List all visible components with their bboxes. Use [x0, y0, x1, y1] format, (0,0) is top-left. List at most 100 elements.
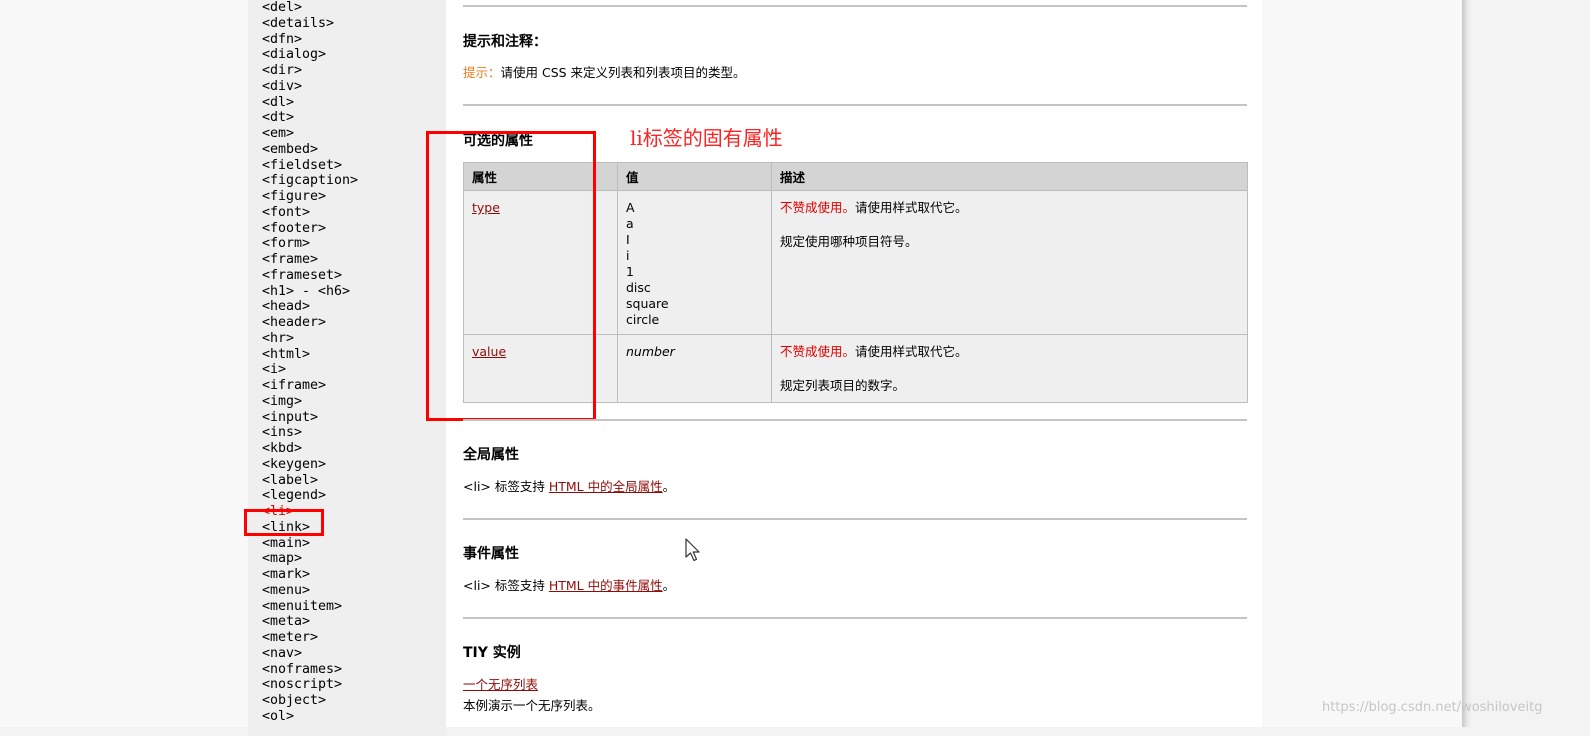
sidebar-tag-link[interactable]: <frame>	[262, 252, 318, 268]
optional-attributes-heading: 可选的属性	[463, 133, 533, 149]
sidebar-tag-link[interactable]: <meter>	[262, 630, 318, 646]
tips-heading: 提示和注释：	[463, 34, 547, 50]
sidebar-tag-link[interactable]: <legend>	[262, 488, 326, 504]
attribute-description-cell: 不赞成使用。请使用样式取代它。 规定列表项目的数字。	[771, 334, 1248, 403]
value-item: i	[626, 248, 630, 263]
event-attributes-heading: 事件属性	[463, 546, 519, 562]
tiy-heading: TIY 实例	[463, 645, 521, 661]
value-item: A	[626, 200, 635, 215]
global-attributes-link[interactable]: HTML 中的全局属性	[549, 479, 663, 494]
sidebar-tag-link[interactable]: <html>	[262, 347, 310, 363]
sidebar-tag-link[interactable]: <iframe>	[262, 378, 326, 394]
divider	[463, 5, 1247, 7]
sidebar-tag-link[interactable]: <div>	[262, 79, 302, 95]
global-attributes-suffix: 。	[662, 479, 676, 494]
event-attributes-paragraph: <li> 标签支持 HTML 中的事件属性。	[463, 578, 675, 594]
sidebar-tag-link[interactable]: <input>	[262, 410, 318, 426]
divider	[463, 419, 1247, 421]
value-item: disc	[626, 280, 651, 295]
value-attribute-link[interactable]: value	[472, 344, 506, 359]
right-gutter	[1262, 0, 1462, 727]
sidebar-tag-link[interactable]: <frameset>	[262, 268, 342, 284]
value-item: I	[626, 232, 630, 247]
table-header-row: 属性 值 描述	[463, 162, 1248, 191]
sidebar-tag-link[interactable]: <em>	[262, 126, 294, 142]
attribute-name-cell: value	[463, 334, 618, 403]
sidebar-tag-link[interactable]: <dl>	[262, 95, 294, 111]
sidebar-tag-link[interactable]: <ins>	[262, 425, 302, 441]
sidebar-tag-link[interactable]: <font>	[262, 205, 310, 221]
sidebar-tag-link[interactable]: <keygen>	[262, 457, 326, 473]
sidebar-tag-link[interactable]: <dir>	[262, 63, 302, 79]
deprecated-note: 请使用样式取代它。	[855, 200, 968, 215]
description-text: 规定列表项目的数字。	[780, 378, 906, 393]
table-row-type: type A a I i 1 disc square circle 不赞成使用。…	[463, 190, 1248, 335]
event-attributes-suffix: 。	[662, 578, 676, 593]
sidebar-tag-link[interactable]: <fieldset>	[262, 158, 342, 174]
sidebar-tag-link[interactable]: <img>	[262, 394, 302, 410]
value-item: number	[626, 344, 675, 359]
sidebar-tag-link[interactable]: <noframes>	[262, 662, 342, 678]
sidebar-tag-link[interactable]: <embed>	[262, 142, 318, 158]
sidebar-tag-link[interactable]: <figure>	[262, 189, 326, 205]
deprecated-note: 请使用样式取代它。	[855, 344, 968, 359]
sidebar-tag-link[interactable]: <dialog>	[262, 47, 326, 63]
global-attributes-paragraph: <li> 标签支持 HTML 中的全局属性。	[463, 479, 675, 495]
attribute-values-cell: number	[617, 334, 772, 403]
watermark-text: https://blog.csdn.net/woshiloveitg	[1322, 700, 1543, 715]
attribute-description-cell: 不赞成使用。请使用样式取代它。 规定使用哪种项目符号。	[771, 190, 1248, 335]
sidebar-tag-link[interactable]: <figcaption>	[262, 173, 358, 189]
sidebar-tag-link[interactable]: <ol>	[262, 709, 294, 725]
divider	[463, 104, 1247, 106]
tag-reference-sidebar: <del> <details> <dfn> <dialog> <dir> <div> <dl…	[248, 0, 446, 736]
divider	[463, 518, 1247, 520]
sidebar-tag-link[interactable]: <map>	[262, 551, 302, 567]
sidebar-tag-link[interactable]: <noscript>	[262, 677, 342, 693]
annotation-text: li标签的固有属性	[630, 126, 783, 150]
deprecated-label: 不赞成使用。	[780, 344, 856, 359]
attribute-values-cell: A a I i 1 disc square circle	[617, 190, 772, 335]
value-item: a	[626, 216, 634, 231]
tip-text: 请使用 CSS 来定义列表和列表项目的类型。	[500, 65, 746, 80]
tiy-example-link[interactable]: 一个无序列表	[463, 677, 538, 692]
sidebar-tag-link[interactable]: <label>	[262, 473, 318, 489]
column-header-description: 描述	[771, 162, 1248, 191]
attributes-table: 属性 值 描述 type A a I i 1 disc square circl…	[463, 162, 1248, 403]
sidebar-tag-link[interactable]: <dt>	[262, 110, 294, 126]
column-header-value: 值	[617, 162, 772, 191]
description-text: 规定使用哪种项目符号。	[780, 234, 918, 249]
sidebar-tag-link[interactable]: <kbd>	[262, 441, 302, 457]
sidebar-tag-link[interactable]: <meta>	[262, 614, 310, 630]
value-item: circle	[626, 312, 660, 327]
deprecated-label: 不赞成使用。	[780, 200, 856, 215]
type-attribute-link[interactable]: type	[472, 200, 500, 215]
sidebar-tag-link[interactable]: <h1> - <h6>	[262, 284, 350, 300]
sidebar-tag-link[interactable]: <dfn>	[262, 32, 302, 48]
tip-paragraph: 提示：请使用 CSS 来定义列表和列表项目的类型。	[463, 65, 746, 81]
sidebar-tag-link[interactable]: <form>	[262, 236, 310, 252]
sidebar-tag-link[interactable]: <hr>	[262, 331, 294, 347]
tiy-example-paragraph: 一个无序列表	[463, 677, 538, 693]
sidebar-tag-link[interactable]: <i>	[262, 362, 286, 378]
sidebar-tag-link[interactable]: <del>	[262, 0, 302, 16]
event-attributes-link[interactable]: HTML 中的事件属性	[549, 578, 663, 593]
sidebar-tag-link[interactable]: <main>	[262, 536, 310, 552]
sidebar-tag-link[interactable]: <menu>	[262, 583, 310, 599]
tiy-example-description: 本例演示一个无序列表。	[463, 698, 601, 713]
global-attributes-heading: 全局属性	[463, 447, 519, 463]
attribute-name-cell: type	[463, 190, 618, 335]
sidebar-tag-link[interactable]: <header>	[262, 315, 326, 331]
divider	[463, 617, 1247, 619]
value-item: 1	[626, 264, 634, 279]
sidebar-tag-link[interactable]: <nav>	[262, 646, 302, 662]
sidebar-tag-link[interactable]: <link>	[262, 520, 310, 536]
sidebar-tag-link[interactable]: <menuitem>	[262, 599, 342, 615]
sidebar-tag-link[interactable]: <mark>	[262, 567, 310, 583]
sidebar-tag-link[interactable]: <head>	[262, 299, 310, 315]
sidebar-tag-link[interactable]: <object>	[262, 693, 326, 709]
sidebar-tag-link[interactable]: <li>	[262, 504, 294, 520]
sidebar-tag-link[interactable]: <details>	[262, 16, 334, 32]
sidebar-tag-link[interactable]: <footer>	[262, 221, 326, 237]
page-shadow	[1462, 0, 1472, 727]
event-attributes-prefix: <li> 标签支持	[463, 578, 549, 593]
